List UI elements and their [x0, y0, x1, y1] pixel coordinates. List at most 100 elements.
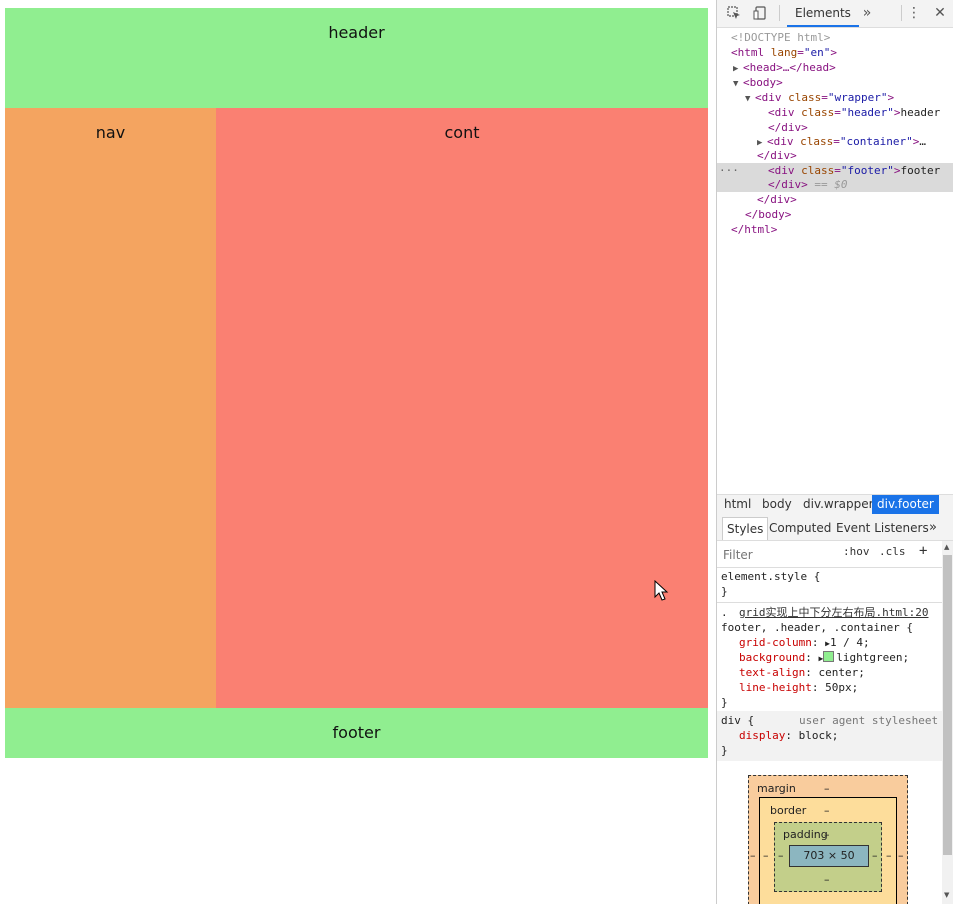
header-attr-value: "header" [840, 106, 894, 119]
padding-bottom-value[interactable]: – [824, 873, 830, 886]
expand-triangle-icon[interactable]: ▶ [733, 62, 743, 75]
rule-divider [717, 602, 942, 603]
style-prop-grid-column[interactable]: grid-column: ▶1 / 4; [739, 635, 870, 650]
styles-scrollbar[interactable]: ▲ ▼ [942, 541, 953, 904]
border-right-value[interactable]: – [886, 849, 892, 862]
ellipsis-menu-icon[interactable]: ··· [719, 163, 739, 178]
close-body-tag: </body> [745, 208, 792, 221]
border-left-value[interactable]: – [763, 849, 769, 862]
tab-styles[interactable]: Styles [722, 517, 769, 540]
device-toolbar-icon[interactable] [751, 4, 769, 22]
close-div-tag: </div> [768, 121, 808, 134]
breadcrumb: html body div.wrapper div.footer [717, 494, 953, 515]
style-prop-display[interactable]: display: block; [739, 728, 838, 743]
dom-node-html[interactable]: <html lang="en"> [717, 45, 953, 60]
prop-name: text-align [739, 666, 806, 679]
prop-value: 50px; [825, 681, 859, 694]
padding-right-value[interactable]: – [872, 849, 878, 862]
more-tabs-icon[interactable]: » [858, 4, 876, 22]
close-html-tag: </html> [731, 223, 778, 236]
doctype-text: <!DOCTYPE html> [731, 31, 831, 44]
element-style-selector[interactable]: element.style { [721, 569, 820, 584]
margin-left-value[interactable]: – [750, 849, 756, 862]
ua-rule-selector[interactable]: div { [721, 713, 754, 728]
collapse-triangle-icon[interactable]: ▼ [745, 92, 755, 105]
dom-node-body-close[interactable]: </body> [717, 207, 953, 222]
header-tag: <div [768, 106, 795, 119]
more-subtabs-icon[interactable]: » [925, 517, 941, 539]
footer-text: footer [900, 164, 941, 177]
dom-node-wrapper[interactable]: ▼ <div class="wrapper"> [717, 90, 953, 105]
html-tag: <html [731, 46, 765, 59]
dom-node-container-close[interactable]: </div> [717, 148, 953, 163]
padding-label: padding [783, 828, 828, 841]
new-style-rule-button[interactable]: + [919, 543, 927, 559]
prop-value: 1 / 4; [829, 636, 870, 649]
close-div-tag: </div> [757, 149, 797, 162]
padding-top-value[interactable]: – [824, 828, 830, 841]
container-ellipsis: … [919, 135, 926, 148]
scrollbar-thumb[interactable] [943, 555, 952, 855]
prop-value: block; [798, 729, 839, 742]
dom-node-head[interactable]: ▶ <head>…</head> [717, 60, 953, 75]
kebab-menu-icon[interactable]: ⋮ [905, 4, 923, 22]
tab-event-listeners[interactable]: Event Listeners [832, 517, 933, 539]
prop-name: display [739, 729, 786, 742]
close-icon[interactable]: ✕ [931, 4, 949, 22]
devtools-panel: Elements » ⋮ ✕ <!DOCTYPE html> <html lan… [716, 0, 953, 904]
breadcrumb-body[interactable]: body [757, 495, 797, 514]
collapse-triangle-icon[interactable]: ▼ [733, 77, 743, 90]
breadcrumb-div-wrapper[interactable]: div.wrapper [798, 495, 879, 514]
dom-node-header[interactable]: <div class="header">header [717, 105, 953, 120]
rule-selector-prefix: . [721, 606, 728, 619]
styles-subtabs: Styles Computed Event Listeners » [717, 514, 953, 541]
mouse-cursor-icon [654, 580, 669, 601]
style-prop-background[interactable]: background: ▶ lightgreen; [739, 650, 909, 665]
container-tag: <div [767, 135, 794, 148]
dom-node-doctype[interactable]: <!DOCTYPE html> [717, 30, 953, 45]
breadcrumb-html[interactable]: html [719, 495, 756, 514]
close-brace: } [721, 744, 728, 757]
cls-toggle-button[interactable]: .cls [879, 545, 906, 558]
padding-left-value[interactable]: – [778, 849, 784, 862]
page-nav-block: nav [5, 108, 216, 708]
dom-node-container[interactable]: ▶ <div class="container">… [717, 134, 953, 149]
dom-node-wrapper-close[interactable]: </div> [717, 192, 953, 207]
margin-top-value[interactable]: – [824, 782, 830, 795]
styles-filter-input[interactable] [721, 546, 835, 564]
border-top-value[interactable]: – [824, 804, 830, 817]
style-prop-text-align[interactable]: text-align: center; [739, 665, 865, 680]
margin-label: margin [757, 782, 796, 795]
scroll-down-icon[interactable]: ▼ [944, 891, 949, 899]
margin-right-value[interactable]: – [898, 849, 904, 862]
footer-tag: <div [768, 164, 795, 177]
header-text: header [900, 106, 941, 119]
tab-computed[interactable]: Computed [765, 517, 835, 539]
ua-stylesheet-label: user agent stylesheet [799, 714, 939, 727]
dom-node-footer[interactable]: ··· <div class="footer">footer [717, 163, 953, 178]
close-brace: } [721, 696, 728, 709]
dom-node-body[interactable]: ▼ <body> [717, 75, 953, 90]
html-attr-value: "en" [803, 46, 831, 59]
prop-value: center; [818, 666, 865, 679]
page-viewport: header nav cont footer [0, 0, 716, 904]
prop-value: lightgreen; [836, 651, 910, 664]
devtools-toolbar: Elements » ⋮ ✕ [717, 0, 953, 28]
inspect-element-icon[interactable] [725, 4, 743, 22]
dom-node-footer-close[interactable]: </div> == $0 [717, 177, 953, 192]
scroll-up-icon[interactable]: ▲ [944, 543, 949, 551]
breadcrumb-div-footer[interactable]: div.footer [872, 495, 939, 514]
styles-pane: element.style { } . grid实现上中下分左右布局.html:… [717, 567, 942, 762]
rule-selector[interactable]: footer, .header, .container { [721, 620, 913, 635]
head-tag: <head>…</head> [743, 61, 836, 74]
dom-node-header-close[interactable]: </div> [717, 120, 953, 135]
dom-node-html-close[interactable]: </html> [717, 222, 953, 237]
style-prop-line-height[interactable]: line-height: 50px; [739, 680, 858, 695]
color-swatch[interactable] [823, 651, 835, 662]
box-model-content[interactable]: 703 × 50 [789, 845, 869, 867]
hov-toggle-button[interactable]: :hov [843, 545, 870, 558]
dom-tree: <!DOCTYPE html> <html lang="en"> ▶ <head>… [717, 28, 953, 494]
tab-elements[interactable]: Elements [787, 0, 859, 27]
rule-source-link[interactable]: grid实现上中下分左右布局.html:20 [739, 605, 928, 620]
close-div-tag: </div> [757, 193, 797, 206]
